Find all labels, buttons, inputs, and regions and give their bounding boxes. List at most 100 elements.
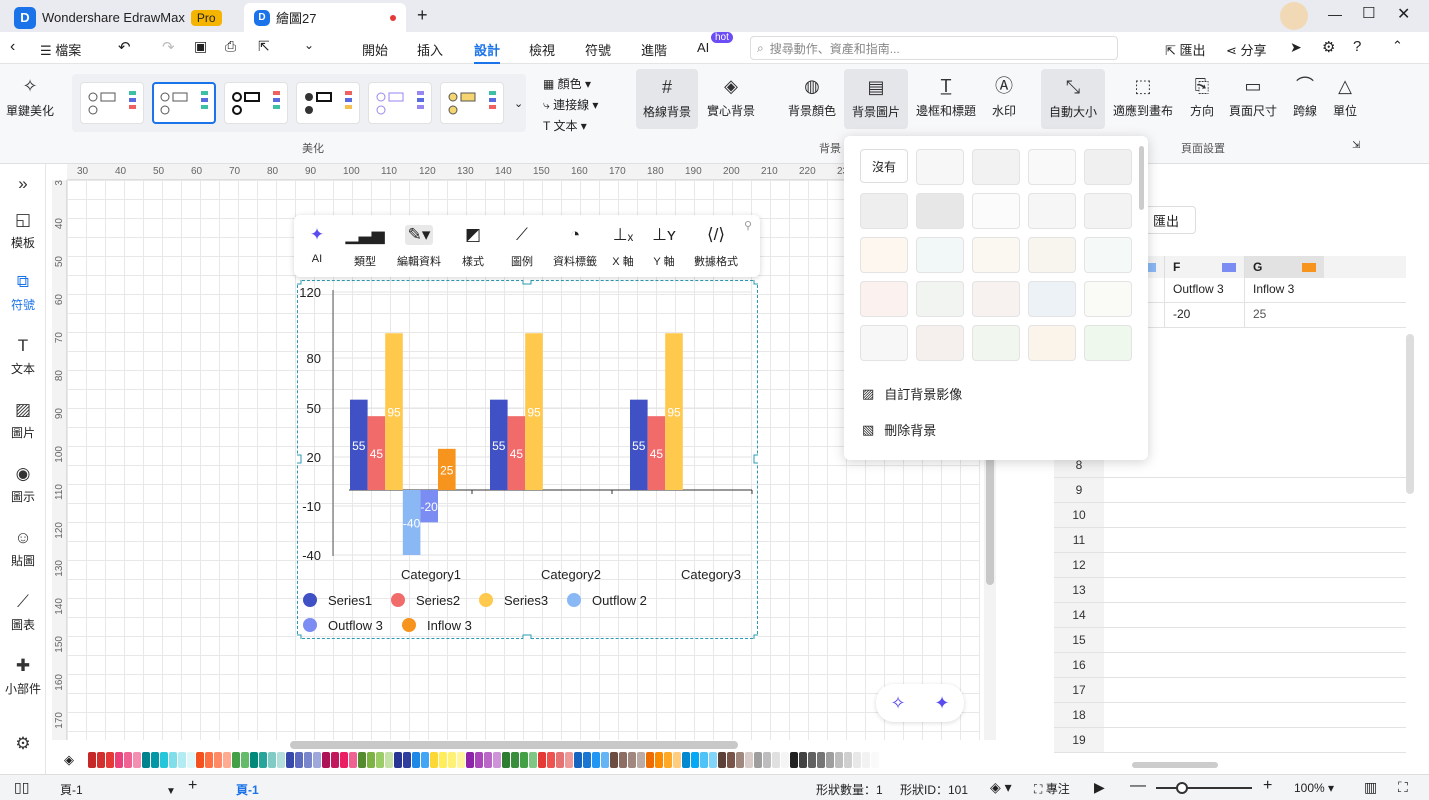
page-selector[interactable]: 頁-1 ▼	[60, 781, 176, 798]
dropdown-scrollbar[interactable]	[1139, 146, 1144, 210]
sidebar-item-chart[interactable]: ⟋ 圖表	[0, 592, 46, 633]
tab-start[interactable]: 開始	[362, 40, 388, 59]
bg-thumbnail[interactable]	[972, 281, 1020, 317]
sidebar-item-sticker[interactable]: ☺ 貼圖	[0, 528, 46, 569]
bg-thumbnail[interactable]	[860, 325, 908, 361]
color-swatch[interactable]	[808, 752, 816, 768]
settings-icon[interactable]: ⚙	[1322, 38, 1335, 56]
color-swatch[interactable]	[394, 752, 402, 768]
style-thumb-6[interactable]	[440, 82, 504, 124]
color-swatch[interactable]	[781, 752, 789, 768]
color-swatch[interactable]	[664, 752, 672, 768]
color-swatch[interactable]	[673, 752, 681, 768]
tab-design[interactable]: 設計	[474, 40, 501, 64]
bg-thumbnail[interactable]	[1028, 149, 1076, 185]
color-swatch[interactable]	[88, 752, 96, 768]
color-swatch[interactable]	[232, 752, 240, 768]
connector-dropdown[interactable]: ⤷ 連接線 ▾	[543, 95, 598, 116]
color-swatch[interactable]	[475, 752, 483, 768]
style-thumb-5[interactable]	[368, 82, 432, 124]
bg-thumbnail[interactable]	[1028, 281, 1076, 317]
color-swatch[interactable]	[727, 752, 735, 768]
zoom-in-icon[interactable]: +	[1263, 777, 1272, 795]
color-swatch[interactable]	[835, 752, 843, 768]
color-swatch[interactable]	[223, 752, 231, 768]
color-swatch[interactable]	[826, 752, 834, 768]
color-swatch[interactable]	[700, 752, 708, 768]
zoom-slider-handle[interactable]	[1176, 782, 1188, 794]
bg-thumbnail[interactable]	[972, 325, 1020, 361]
color-swatch[interactable]	[385, 752, 393, 768]
color-swatch[interactable]	[565, 752, 573, 768]
new-tab-icon[interactable]: +	[417, 5, 428, 26]
color-swatch[interactable]	[511, 752, 519, 768]
color-swatch[interactable]	[592, 752, 600, 768]
bg-thumbnail[interactable]	[1084, 325, 1132, 361]
color-swatch[interactable]	[259, 752, 267, 768]
bg-thumbnail[interactable]	[860, 193, 908, 229]
bg-thumbnail[interactable]	[1084, 149, 1132, 185]
color-swatch[interactable]	[538, 752, 546, 768]
paint-bucket-icon[interactable]: ◈	[64, 752, 74, 768]
color-swatch[interactable]	[340, 752, 348, 768]
search-box[interactable]: ⌕ 搜尋動作、資產和指南...	[750, 36, 1118, 60]
color-swatch[interactable]	[142, 752, 150, 768]
color-swatch[interactable]	[169, 752, 177, 768]
help-icon[interactable]: ?	[1353, 38, 1361, 55]
color-swatch[interactable]	[520, 752, 528, 768]
color-swatch[interactable]	[187, 752, 195, 768]
color-swatch[interactable]	[655, 752, 663, 768]
pin-icon[interactable]: ⚲	[744, 219, 752, 232]
color-swatch[interactable]	[304, 752, 312, 768]
ai-sparkle-icon[interactable]: ✦	[934, 693, 949, 714]
color-dropdown[interactable]: ▦ 顏色 ▾	[543, 74, 598, 95]
chart-ai-button[interactable]: ✦ AI	[294, 215, 340, 277]
bg-color-button[interactable]: ◍ 背景顏色	[783, 64, 841, 119]
tab-view[interactable]: 檢視	[529, 40, 555, 59]
expand-sidebar-icon[interactable]: »	[0, 174, 46, 194]
export-button[interactable]: ⇱ 匯出	[1165, 40, 1206, 59]
sheet-row[interactable]: 15	[1054, 628, 1406, 653]
app-tab[interactable]: D Wondershare EdrawMax Pro	[6, 3, 240, 32]
color-swatch[interactable]	[736, 752, 744, 768]
bg-thumbnail[interactable]	[972, 193, 1020, 229]
color-swatch[interactable]	[493, 752, 501, 768]
color-swatch[interactable]	[772, 752, 780, 768]
color-swatch[interactable]	[799, 752, 807, 768]
color-swatch[interactable]	[412, 752, 420, 768]
sidebar-item-icon[interactable]: ◉ 圖示	[0, 464, 46, 505]
tab-insert[interactable]: 插入	[417, 40, 443, 59]
edit-data-button[interactable]: ✎▾ 編輯資料	[390, 215, 448, 277]
bg-thumbnail[interactable]	[1028, 193, 1076, 229]
color-swatch[interactable]	[160, 752, 168, 768]
color-swatch[interactable]	[241, 752, 249, 768]
color-swatch[interactable]	[457, 752, 465, 768]
play-icon[interactable]: ▶	[1094, 779, 1105, 796]
color-swatch[interactable]	[637, 752, 645, 768]
sheet-row[interactable]: 18	[1054, 703, 1406, 728]
redo-icon[interactable]: ↷	[162, 38, 175, 56]
bg-thumbnail[interactable]	[1084, 237, 1132, 273]
color-swatch[interactable]	[628, 752, 636, 768]
horizontal-scrollbar[interactable]	[290, 741, 738, 749]
color-swatch[interactable]	[574, 752, 582, 768]
close-icon[interactable]: ✕	[1397, 4, 1410, 24]
sheet-row[interactable]: 14	[1054, 603, 1406, 628]
save-icon[interactable]: ▣	[194, 38, 207, 55]
color-swatch[interactable]	[331, 752, 339, 768]
bg-thumbnail[interactable]	[1028, 325, 1076, 361]
col-f[interactable]: F	[1164, 256, 1244, 278]
y-axis-button[interactable]: ⊥ʏ Y 軸	[642, 215, 686, 277]
color-swatch[interactable]	[313, 752, 321, 768]
maximize-icon[interactable]: ☐	[1362, 4, 1375, 22]
custom-bg-option[interactable]: ▨ 自訂背景影像	[862, 384, 962, 403]
undo-icon[interactable]: ↶	[118, 38, 131, 56]
sheet-row[interactable]: 19	[1054, 728, 1406, 753]
zoom-slider[interactable]	[1156, 782, 1252, 794]
color-swatch[interactable]	[151, 752, 159, 768]
bg-thumbnail[interactable]	[972, 237, 1020, 273]
color-swatch[interactable]	[97, 752, 105, 768]
color-swatch[interactable]	[124, 752, 132, 768]
color-swatch[interactable]	[349, 752, 357, 768]
color-swatch[interactable]	[718, 752, 726, 768]
